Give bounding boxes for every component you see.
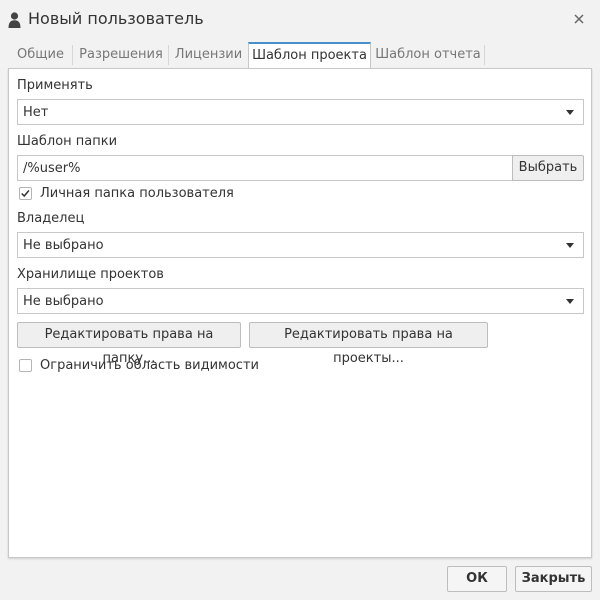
tab-project-template[interactable]: Шаблон проекта <box>248 42 371 68</box>
restrict-visibility-label: Ограничить область видимости <box>40 358 259 373</box>
chevron-down-icon <box>566 110 574 115</box>
dialog-titlebar: Новый пользователь <box>0 0 600 40</box>
tab-bar: Общие Разрешения Лицензии Шаблон проекта… <box>8 42 592 68</box>
close-button[interactable]: Закрыть <box>515 566 592 592</box>
tab-report-template[interactable]: Шаблон отчета <box>371 42 485 68</box>
personal-folder-checkbox[interactable] <box>19 187 32 200</box>
browse-button[interactable]: Выбрать <box>512 155 584 181</box>
checkmark-icon <box>21 190 30 198</box>
chevron-down-icon <box>566 243 574 248</box>
tab-permissions[interactable]: Разрешения <box>73 42 169 68</box>
personal-folder-label: Личная папка пользователя <box>40 186 234 201</box>
apply-label: Применять <box>17 78 93 93</box>
tab-general[interactable]: Общие <box>8 42 73 68</box>
restrict-visibility-checkbox[interactable] <box>19 359 32 372</box>
user-icon <box>8 12 21 28</box>
close-icon[interactable] <box>572 12 586 26</box>
dialog-title: Новый пользователь <box>28 9 204 28</box>
folder-template-input[interactable] <box>17 155 513 181</box>
tab-panel: Применять Нет Шаблон папки Выбрать Лична… <box>8 68 592 558</box>
folder-template-label: Шаблон папки <box>17 134 118 149</box>
project-storage-label: Хранилище проектов <box>17 267 164 282</box>
chevron-down-icon <box>566 299 574 304</box>
apply-select[interactable]: Нет <box>17 99 584 125</box>
edit-folder-rights-button[interactable]: Редактировать права на папку... <box>17 322 241 366</box>
apply-value: Нет <box>23 105 49 120</box>
edit-project-rights-button[interactable]: Редактировать права на проекты... <box>249 322 488 366</box>
owner-select[interactable]: Не выбрано <box>17 232 584 258</box>
owner-label: Владелец <box>17 211 85 226</box>
project-storage-value: Не выбрано <box>23 294 104 309</box>
owner-value: Не выбрано <box>23 238 104 253</box>
project-storage-select[interactable]: Не выбрано <box>17 288 584 314</box>
ok-button[interactable]: ОК <box>447 566 507 592</box>
tab-licenses[interactable]: Лицензии <box>169 42 248 68</box>
